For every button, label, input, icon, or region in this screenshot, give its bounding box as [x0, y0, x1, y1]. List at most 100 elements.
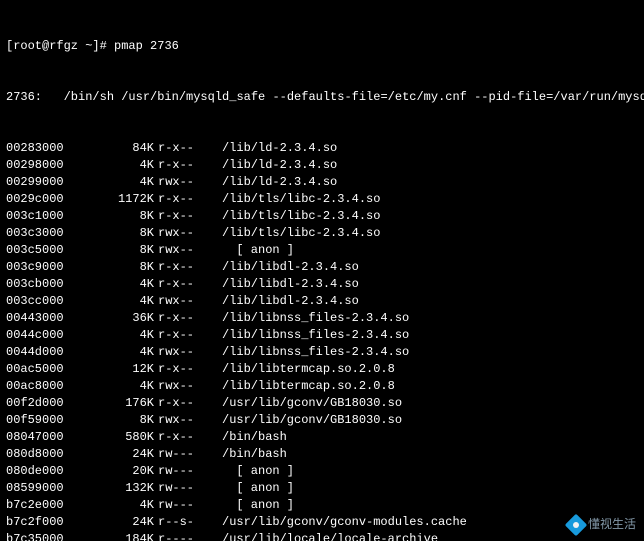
mapping-cell: /usr/lib/gconv/GB18030.so — [218, 395, 402, 412]
memory-map-row: 003c50008Krwx-- [ anon ] — [6, 242, 638, 259]
permissions-cell: r-x-- — [154, 395, 218, 412]
address-cell: b7c2f000 — [6, 514, 84, 531]
memory-map-row: 0028300084Kr-x--/lib/ld-2.3.4.so — [6, 140, 638, 157]
address-cell: 003cc000 — [6, 293, 84, 310]
size-cell: 8K — [84, 225, 154, 242]
address-cell: 00f2d000 — [6, 395, 84, 412]
mapping-cell: /usr/lib/locale/locale-archive — [218, 531, 438, 541]
permissions-cell: r-x-- — [154, 361, 218, 378]
address-cell: 003cb000 — [6, 276, 84, 293]
size-cell: 176K — [84, 395, 154, 412]
permissions-cell: rwx-- — [154, 225, 218, 242]
permissions-cell: r-x-- — [154, 140, 218, 157]
memory-map-table: 0028300084Kr-x--/lib/ld-2.3.4.so00298000… — [6, 140, 638, 541]
mapping-cell: /lib/ld-2.3.4.so — [218, 174, 337, 191]
shell-prompt: [root@rfgz ~]# — [6, 39, 114, 53]
memory-map-row: 003cc0004Krwx--/lib/libdl-2.3.4.so — [6, 293, 638, 310]
memory-map-row: 00f590008Krwx--/usr/lib/gconv/GB18030.so — [6, 412, 638, 429]
address-cell: 0044c000 — [6, 327, 84, 344]
size-cell: 4K — [84, 327, 154, 344]
mapping-cell: /usr/lib/gconv/GB18030.so — [218, 412, 402, 429]
memory-map-row: 003c10008Kr-x--/lib/tls/libc-2.3.4.so — [6, 208, 638, 225]
mapping-cell: /lib/tls/libc-2.3.4.so — [218, 208, 380, 225]
address-cell: 00443000 — [6, 310, 84, 327]
memory-map-row: 080d800024Krw---/bin/bash — [6, 446, 638, 463]
size-cell: 4K — [84, 497, 154, 514]
address-cell: 0029c000 — [6, 191, 84, 208]
memory-map-row: 003c90008Kr-x--/lib/libdl-2.3.4.so — [6, 259, 638, 276]
size-cell: 12K — [84, 361, 154, 378]
mapping-cell: /lib/ld-2.3.4.so — [218, 140, 337, 157]
permissions-cell: rw--- — [154, 497, 218, 514]
mapping-cell: /lib/tls/libc-2.3.4.so — [218, 225, 380, 242]
mapping-cell: /lib/libnss_files-2.3.4.so — [218, 344, 409, 361]
permissions-cell: rwx-- — [154, 174, 218, 191]
watermark-text: 懂视生活 — [588, 516, 636, 533]
size-cell: 4K — [84, 293, 154, 310]
mapping-cell: /lib/libdl-2.3.4.so — [218, 259, 359, 276]
address-cell: 00ac5000 — [6, 361, 84, 378]
mapping-cell: /lib/libnss_files-2.3.4.so — [218, 327, 409, 344]
mapping-cell: /lib/libtermcap.so.2.0.8 — [218, 378, 395, 395]
permissions-cell: rwx-- — [154, 344, 218, 361]
memory-map-row: b7c2e0004Krw--- [ anon ] — [6, 497, 638, 514]
mapping-cell: /lib/libdl-2.3.4.so — [218, 276, 359, 293]
memory-map-row: b7c35000184Kr----/usr/lib/locale/locale-… — [6, 531, 638, 541]
permissions-cell: rw--- — [154, 480, 218, 497]
size-cell: 4K — [84, 157, 154, 174]
address-cell: 00298000 — [6, 157, 84, 174]
mapping-cell: [ anon ] — [218, 463, 294, 480]
size-cell: 4K — [84, 276, 154, 293]
memory-map-row: 00ac500012Kr-x--/lib/libtermcap.so.2.0.8 — [6, 361, 638, 378]
permissions-cell: r-x-- — [154, 429, 218, 446]
permissions-cell: r-x-- — [154, 191, 218, 208]
permissions-cell: r---- — [154, 531, 218, 541]
memory-map-row: 0044300036Kr-x--/lib/libnss_files-2.3.4.… — [6, 310, 638, 327]
memory-map-row: 080de00020Krw--- [ anon ] — [6, 463, 638, 480]
address-cell: 00299000 — [6, 174, 84, 191]
mapping-cell: /lib/libdl-2.3.4.so — [218, 293, 359, 310]
size-cell: 84K — [84, 140, 154, 157]
permissions-cell: rwx-- — [154, 412, 218, 429]
command-text: pmap 2736 — [114, 39, 179, 53]
address-cell: 08047000 — [6, 429, 84, 446]
address-cell: 00ac8000 — [6, 378, 84, 395]
size-cell: 8K — [84, 208, 154, 225]
memory-map-row: 003cb0004Kr-x--/lib/libdl-2.3.4.so — [6, 276, 638, 293]
size-cell: 20K — [84, 463, 154, 480]
memory-map-row: 08599000132Krw--- [ anon ] — [6, 480, 638, 497]
size-cell: 8K — [84, 412, 154, 429]
address-cell: b7c35000 — [6, 531, 84, 541]
memory-map-row: 002990004Krwx--/lib/ld-2.3.4.so — [6, 174, 638, 191]
permissions-cell: r-x-- — [154, 276, 218, 293]
prompt-line[interactable]: [root@rfgz ~]# pmap 2736 — [6, 38, 638, 55]
permissions-cell: rwx-- — [154, 293, 218, 310]
address-cell: 003c1000 — [6, 208, 84, 225]
address-cell: 0044d000 — [6, 344, 84, 361]
permissions-cell: r-x-- — [154, 327, 218, 344]
permissions-cell: rw--- — [154, 463, 218, 480]
size-cell: 4K — [84, 344, 154, 361]
memory-map-row: 00f2d000176Kr-x--/usr/lib/gconv/GB18030.… — [6, 395, 638, 412]
watermark-icon — [565, 513, 588, 536]
memory-map-row: 002980004Kr-x--/lib/ld-2.3.4.so — [6, 157, 638, 174]
mapping-cell: [ anon ] — [218, 242, 294, 259]
mapping-cell: [ anon ] — [218, 497, 294, 514]
memory-map-row: 0029c0001172Kr-x--/lib/tls/libc-2.3.4.so — [6, 191, 638, 208]
address-cell: 080de000 — [6, 463, 84, 480]
address-cell: 00283000 — [6, 140, 84, 157]
permissions-cell: rwx-- — [154, 378, 218, 395]
address-cell: 003c5000 — [6, 242, 84, 259]
permissions-cell: r-x-- — [154, 157, 218, 174]
permissions-cell: r-x-- — [154, 208, 218, 225]
terminal-output: [root@rfgz ~]# pmap 2736 2736: /bin/sh /… — [0, 0, 644, 541]
mapping-cell: /lib/ld-2.3.4.so — [218, 157, 337, 174]
address-cell: 003c9000 — [6, 259, 84, 276]
memory-map-row: 0044d0004Krwx--/lib/libnss_files-2.3.4.s… — [6, 344, 638, 361]
mapping-cell: /lib/libtermcap.so.2.0.8 — [218, 361, 395, 378]
permissions-cell: rw--- — [154, 446, 218, 463]
memory-map-row: 00ac80004Krwx--/lib/libtermcap.so.2.0.8 — [6, 378, 638, 395]
permissions-cell: r-x-- — [154, 310, 218, 327]
mapping-cell: /bin/bash — [218, 429, 287, 446]
size-cell: 184K — [84, 531, 154, 541]
